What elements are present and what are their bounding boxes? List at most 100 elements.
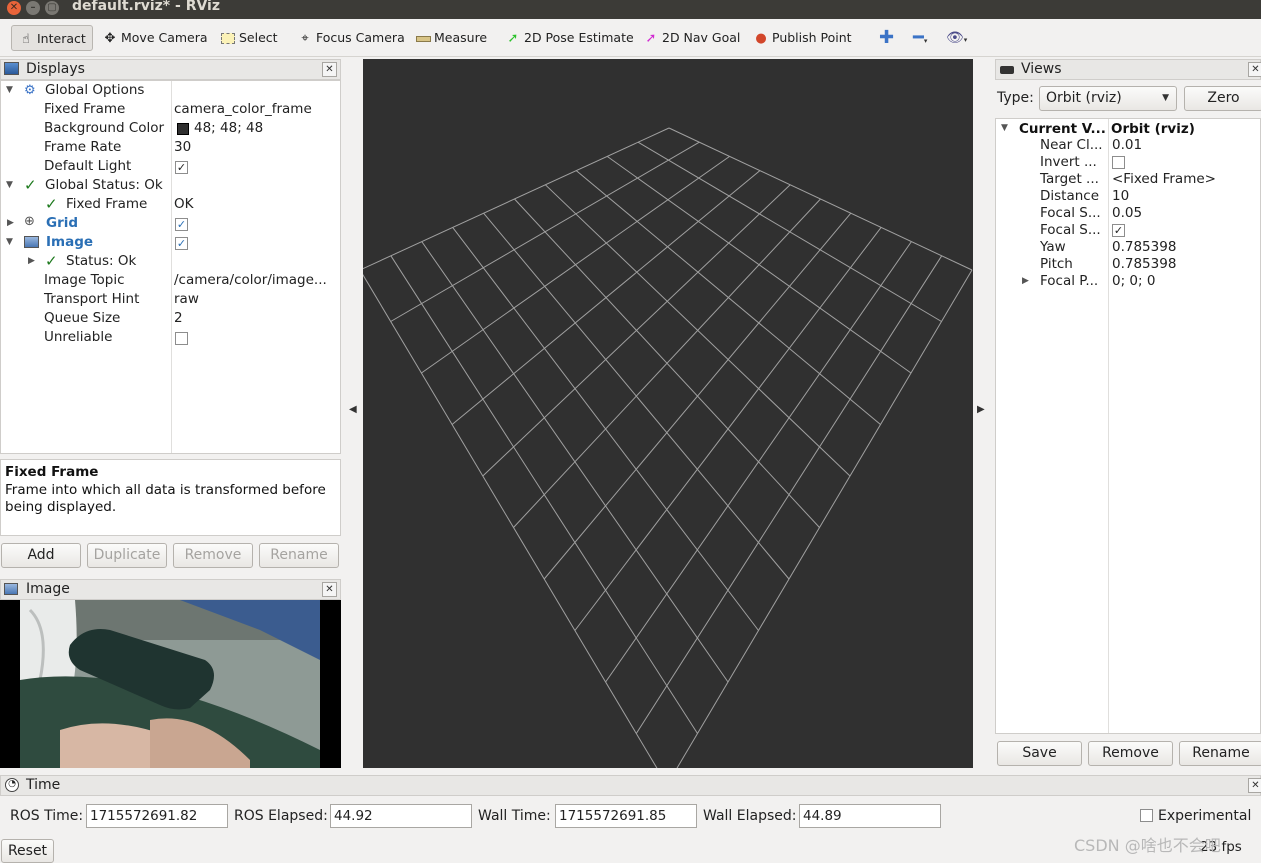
collapse-right-icon[interactable]: ▶ xyxy=(977,404,985,415)
window-title: default.rviz* - RViz xyxy=(72,0,221,14)
3d-render-view[interactable] xyxy=(363,59,973,768)
add-display-button[interactable]: Add xyxy=(1,543,81,568)
experimental-label: Experimental xyxy=(1158,808,1252,824)
ros-elapsed-label: ROS Elapsed: xyxy=(234,808,328,824)
minimize-window-icon[interactable]: – xyxy=(26,1,40,15)
remove-view-button[interactable]: Remove xyxy=(1088,741,1173,766)
duplicate-display-button[interactable]: Duplicate xyxy=(87,543,167,568)
monitor-icon xyxy=(4,62,19,75)
view-prop-label: Focal P... xyxy=(1040,273,1099,289)
transport-hint-value[interactable]: raw xyxy=(174,290,199,309)
image-topic-value[interactable]: /camera/color/image... xyxy=(174,271,327,290)
focus-camera-tool[interactable]: ⌖ Focus Camera xyxy=(297,25,404,51)
view-prop-value[interactable]: 0.01 xyxy=(1112,137,1142,154)
clock-icon: ◔ xyxy=(5,778,19,792)
interact-tool[interactable]: ☝ Interact xyxy=(11,25,93,51)
view-prop-value[interactable]: 0.785398 xyxy=(1112,256,1176,273)
close-icon[interactable]: ✕ xyxy=(322,582,337,597)
help-title: Fixed Frame xyxy=(5,464,99,480)
close-icon[interactable]: ✕ xyxy=(1248,778,1261,793)
save-view-button[interactable]: Save xyxy=(997,741,1082,766)
help-text: Frame into which all data is transformed… xyxy=(5,482,326,515)
ros-time-field[interactable]: 1715572691.82 xyxy=(86,804,228,828)
select-box-icon xyxy=(220,26,236,52)
view-prop-value[interactable]: 0.785398 xyxy=(1112,239,1176,256)
move-camera-tool[interactable]: ✥ Move Camera xyxy=(102,25,208,51)
grid-line xyxy=(574,227,882,631)
grid-display-item[interactable]: Grid xyxy=(46,214,78,233)
select-tool[interactable]: Select xyxy=(220,25,278,51)
view-prop-label: Focal S... xyxy=(1040,222,1101,238)
crosshair-icon: ⌖ xyxy=(301,31,309,46)
view-properties-tree: ▼ Current V... Orbit (rviz) Near Cl... 0.… xyxy=(995,118,1261,734)
collapse-arrow-icon[interactable]: ▼ xyxy=(6,180,13,190)
check-icon: ✓ xyxy=(45,252,58,270)
image-icon xyxy=(24,236,39,248)
close-icon[interactable]: ✕ xyxy=(1248,62,1261,77)
close-icon[interactable]: ✕ xyxy=(322,62,337,77)
view-prop-checkbox[interactable]: ✓ xyxy=(1112,224,1125,237)
image-display-item[interactable]: Image xyxy=(46,233,93,252)
camera-image-view xyxy=(0,600,341,768)
default-light-checkbox[interactable]: ✓ xyxy=(175,161,188,174)
view-prop-value[interactable]: 10 xyxy=(1112,188,1129,205)
right-splitter[interactable]: ▶ xyxy=(975,59,993,769)
check-icon: ✓ xyxy=(45,195,58,213)
expand-arrow-icon[interactable]: ▶ xyxy=(7,218,14,228)
rename-view-button[interactable]: Rename xyxy=(1179,741,1261,766)
fixed-frame-value[interactable]: camera_color_frame xyxy=(174,100,312,119)
pose-estimate-tool[interactable]: ➚ 2D Pose Estimate xyxy=(505,25,634,51)
measure-tool[interactable]: Measure xyxy=(415,25,487,51)
queue-size-label: Queue Size xyxy=(44,310,121,326)
reset-button[interactable]: Reset xyxy=(1,839,54,863)
unreliable-checkbox[interactable] xyxy=(175,332,188,345)
publish-point-tool[interactable]: ● Publish Point xyxy=(753,25,851,51)
background-color-value[interactable]: 48; 48; 48 xyxy=(194,119,263,138)
collapse-left-icon[interactable]: ◀ xyxy=(349,404,357,415)
expand-arrow-icon[interactable]: ▶ xyxy=(1022,276,1029,286)
frame-rate-value[interactable]: 30 xyxy=(174,138,191,157)
remove-tool-icon[interactable]: ━▾ xyxy=(913,25,927,51)
nav-goal-tool[interactable]: ➚ 2D Nav Goal xyxy=(643,25,741,51)
color-swatch[interactable] xyxy=(177,123,189,135)
magenta-arrow-icon: ➚ xyxy=(645,31,657,46)
close-window-icon[interactable]: ✕ xyxy=(7,1,21,15)
chevron-down-icon: ▼ xyxy=(1162,93,1169,103)
left-splitter[interactable]: ◀ xyxy=(343,59,361,769)
view-prop-value[interactable]: 0; 0; 0 xyxy=(1112,273,1155,290)
rename-display-button[interactable]: Rename xyxy=(259,543,339,568)
default-light-label: Default Light xyxy=(44,158,132,174)
collapse-arrow-icon[interactable]: ▼ xyxy=(1001,123,1008,133)
experimental-checkbox[interactable] xyxy=(1140,809,1153,822)
ros-time-label: ROS Time: xyxy=(10,808,84,824)
grid-line xyxy=(543,212,852,580)
camera-frame xyxy=(20,600,320,768)
view-prop-value[interactable]: <Fixed Frame> xyxy=(1112,171,1216,188)
view-prop-label: Focal S... xyxy=(1040,205,1101,221)
queue-size-value[interactable]: 2 xyxy=(174,309,183,328)
ros-elapsed-field[interactable]: 44.92 xyxy=(330,804,472,828)
view-prop-label: Distance xyxy=(1040,188,1100,204)
grid-line xyxy=(605,241,912,683)
global-status-item[interactable]: Global Status: Ok xyxy=(45,176,163,195)
wall-time-field[interactable]: 1715572691.85 xyxy=(555,804,697,828)
global-options-item[interactable]: Global Options xyxy=(45,81,144,100)
view-prop-label: Invert ... xyxy=(1040,154,1097,170)
add-tool-icon[interactable]: ✚ xyxy=(879,25,894,51)
image-enable-checkbox[interactable]: ✓ xyxy=(175,237,188,250)
collapse-arrow-icon[interactable]: ▼ xyxy=(6,237,13,247)
eye-icon[interactable]: 👁▾ xyxy=(946,25,967,51)
grid-enable-checkbox[interactable]: ✓ xyxy=(175,218,188,231)
zero-button[interactable]: Zero xyxy=(1184,86,1261,111)
unreliable-label: Unreliable xyxy=(44,329,113,345)
expand-arrow-icon[interactable]: ▶ xyxy=(28,256,35,266)
view-prop-checkbox[interactable] xyxy=(1112,156,1125,169)
view-type-select[interactable]: Orbit (rviz) ▼ xyxy=(1039,86,1177,111)
view-prop-value[interactable]: 0.05 xyxy=(1112,205,1142,222)
wall-time-label: Wall Time: xyxy=(478,808,551,824)
collapse-arrow-icon[interactable]: ▼ xyxy=(6,85,13,95)
maximize-window-icon[interactable]: ▢ xyxy=(45,1,59,15)
wall-elapsed-field[interactable]: 44.89 xyxy=(799,804,941,828)
image-status-item[interactable]: Status: Ok xyxy=(66,252,136,271)
remove-display-button[interactable]: Remove xyxy=(173,543,253,568)
